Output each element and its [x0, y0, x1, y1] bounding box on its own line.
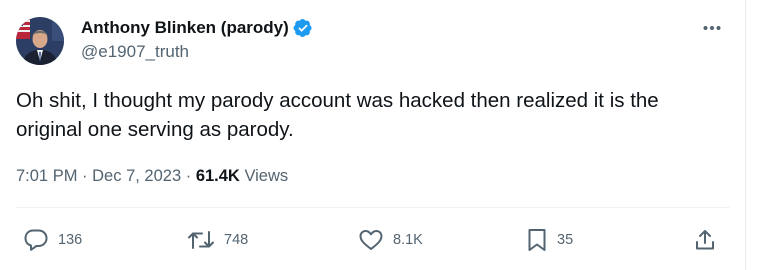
divider — [16, 207, 730, 208]
bookmark-count: 35 — [557, 232, 574, 248]
tweet-card: Anthony Blinken (parody) @e1907_truth Oh… — [0, 0, 746, 270]
more-options-icon[interactable] — [701, 18, 723, 38]
tweet-meta: 7:01 PM · Dec 7, 2023 · 61.4K Views — [16, 165, 288, 187]
repost-button[interactable]: 748 — [187, 227, 248, 253]
person-photo-avatar-icon — [16, 17, 64, 65]
avatar[interactable] — [16, 17, 64, 65]
bookmark-icon — [526, 227, 548, 253]
author-handle[interactable]: @e1907_truth — [81, 42, 189, 62]
views-count[interactable]: 61.4K — [196, 167, 240, 185]
tweet-text: Oh shit, I thought my parody account was… — [16, 89, 659, 141]
views-label: Views — [244, 167, 289, 185]
like-button[interactable]: 8.1K — [358, 227, 423, 253]
tweet-time[interactable]: 7:01 PM — [16, 167, 77, 185]
heart-icon — [358, 228, 384, 252]
reply-count: 136 — [58, 232, 83, 248]
share-button[interactable] — [693, 227, 717, 253]
like-count: 8.1K — [393, 232, 423, 248]
reply-button[interactable]: 136 — [23, 227, 82, 253]
meta-separator: · — [185, 167, 192, 185]
repost-count: 748 — [224, 232, 249, 248]
author-display-name[interactable]: Anthony Blinken (parody) — [81, 18, 289, 38]
bookmark-button[interactable]: 35 — [526, 227, 573, 253]
share-icon — [693, 228, 717, 252]
author-name-row: Anthony Blinken (parody) — [81, 16, 313, 40]
reply-icon — [23, 228, 49, 252]
tweet-date[interactable]: Dec 7, 2023 — [92, 167, 181, 185]
verified-badge-icon[interactable] — [293, 18, 313, 38]
meta-separator: · — [82, 167, 88, 185]
repost-icon — [187, 229, 215, 251]
